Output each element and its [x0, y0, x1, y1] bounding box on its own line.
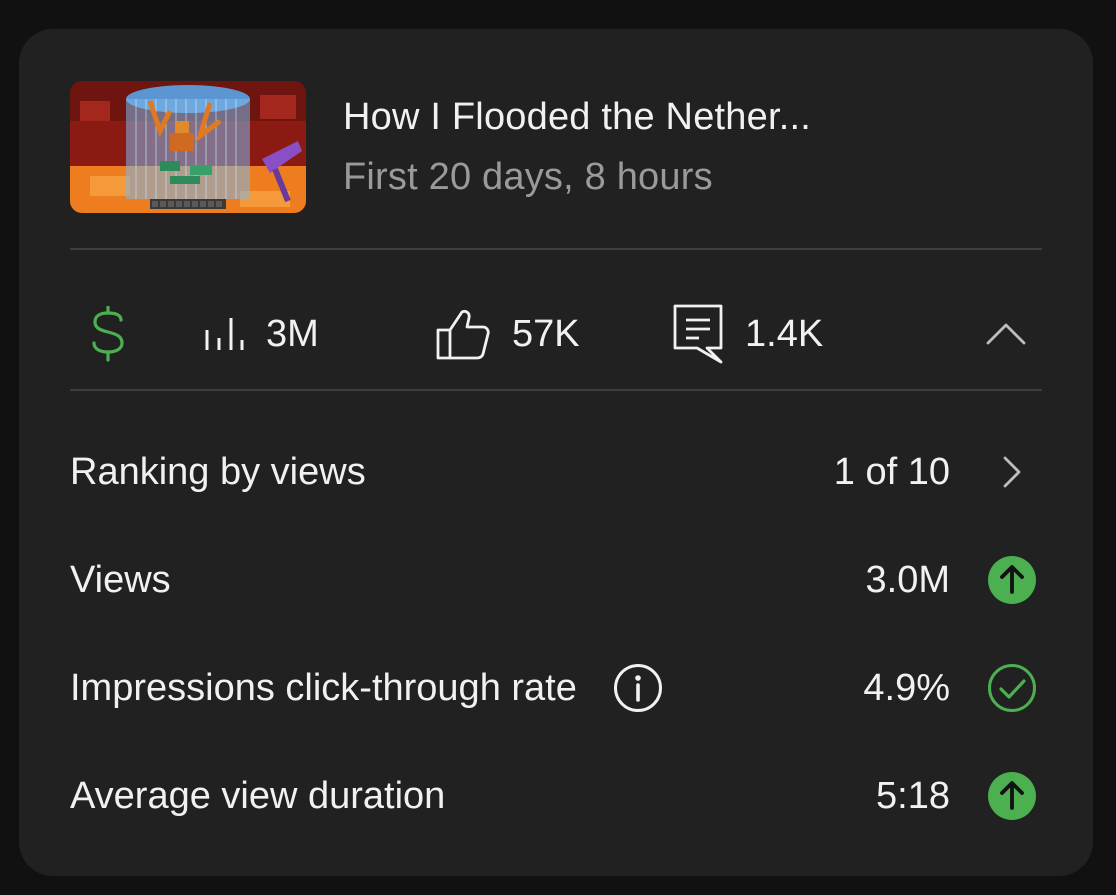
metric-value: 4.9%: [863, 666, 950, 709]
views-count: 3M: [266, 312, 319, 355]
video-period: First 20 days, 8 hours: [343, 156, 713, 198]
comment-icon: [673, 304, 723, 364]
stats-bar: 3M 57K 1.4K: [70, 279, 1042, 389]
metric-value: 3.0M: [865, 558, 950, 601]
divider-top: [70, 248, 1042, 250]
metric-row-ctr[interactable]: Impressions click-through rate 4.9%: [70, 658, 1042, 718]
arrow-up-circle-icon: [986, 770, 1038, 822]
video-thumbnail[interactable]: [70, 81, 306, 213]
chevron-right-icon: [986, 446, 1038, 498]
comments-stat[interactable]: 1.4K: [673, 279, 823, 389]
comments-count: 1.4K: [745, 312, 824, 355]
check-circle-icon: [986, 662, 1038, 714]
monetization-stat[interactable]: [90, 279, 126, 389]
arrow-up-circle-icon: [986, 554, 1038, 606]
likes-stat[interactable]: 57K: [436, 279, 580, 389]
likes-count: 57K: [512, 312, 580, 355]
metric-label: Ranking by views: [70, 450, 366, 493]
views-stat[interactable]: 3M: [204, 279, 319, 389]
video-header[interactable]: How I Flooded the Nether... First 20 day…: [70, 80, 1042, 213]
metric-label: Impressions click-through rate: [70, 666, 577, 709]
collapse-button[interactable]: [986, 279, 1026, 389]
chevron-up-icon: [986, 323, 1026, 345]
info-icon[interactable]: [613, 663, 663, 713]
video-analytics-card: How I Flooded the Nether... First 20 day…: [19, 29, 1093, 876]
divider-mid: [70, 389, 1042, 391]
dollar-icon: [92, 306, 124, 362]
video-title[interactable]: How I Flooded the Nether...: [343, 96, 811, 139]
metric-row-avg-duration[interactable]: Average view duration 5:18: [70, 766, 1042, 826]
metric-row-ranking[interactable]: Ranking by views 1 of 10: [70, 442, 1042, 502]
metric-value: 5:18: [876, 774, 950, 817]
thumbs-up-icon: [436, 309, 490, 360]
metric-value: 1 of 10: [833, 450, 950, 493]
metric-label: Views: [70, 558, 171, 601]
metric-row-views[interactable]: Views 3.0M: [70, 550, 1042, 610]
metric-label: Average view duration: [70, 774, 446, 817]
bar-chart-icon: [205, 318, 244, 350]
